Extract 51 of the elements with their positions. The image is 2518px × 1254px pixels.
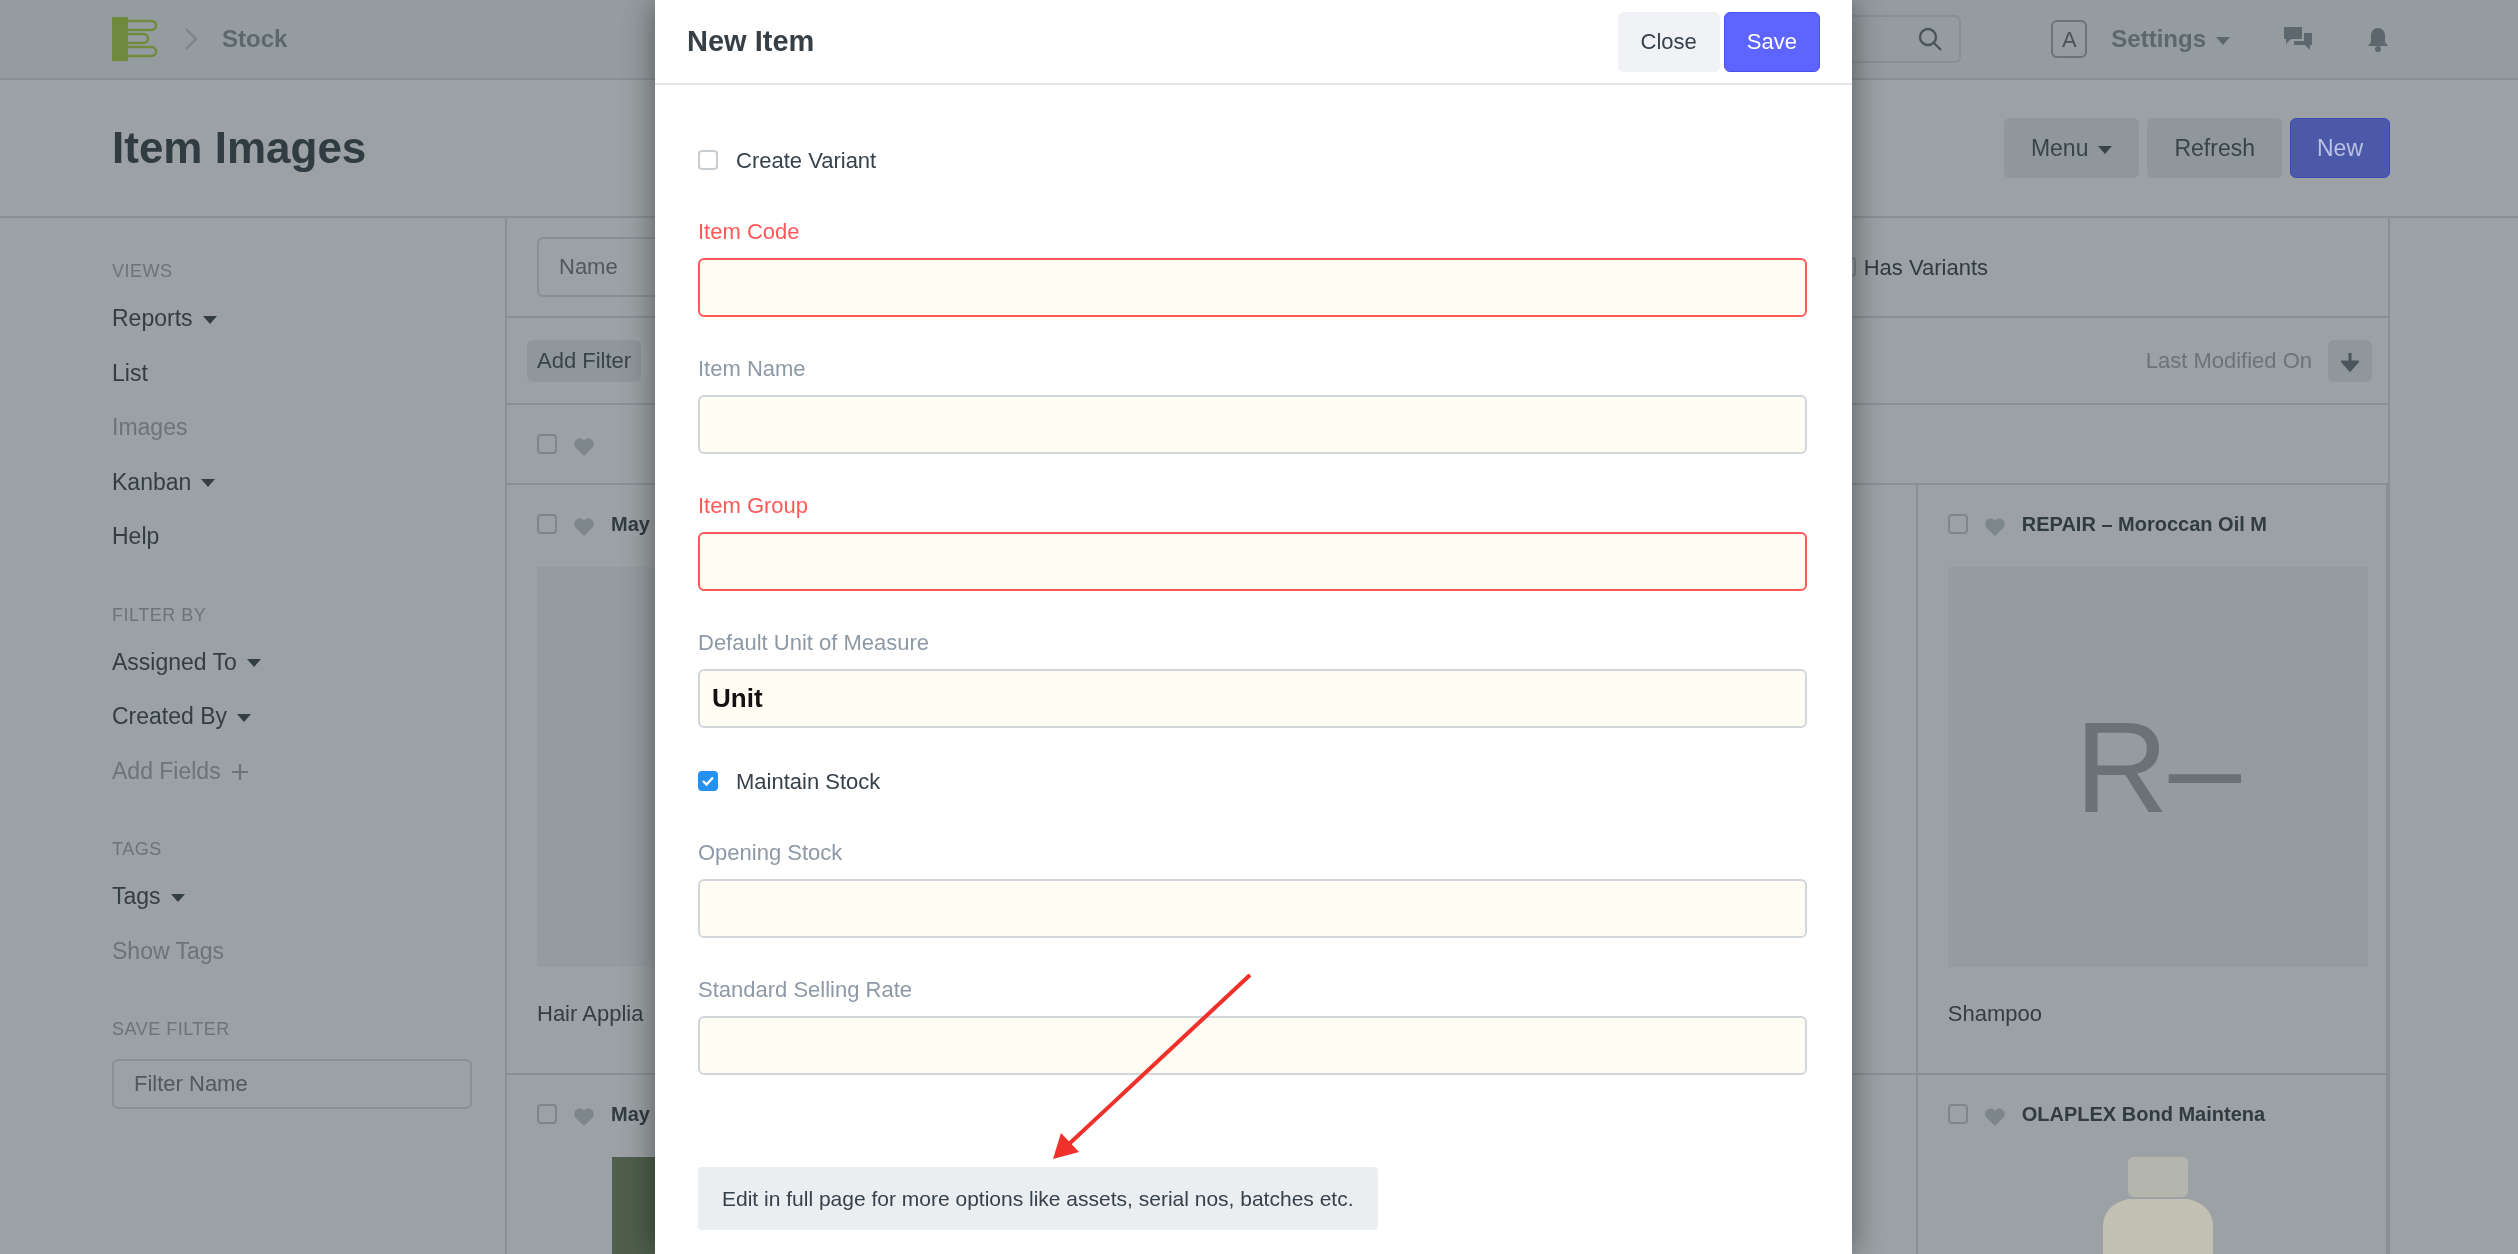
close-button[interactable]: Close — [1617, 11, 1720, 72]
action-button[interactable]: New — [2290, 118, 2390, 178]
page-title: Item Images — [112, 121, 367, 174]
card-title[interactable]: May — [611, 509, 650, 539]
sidebar-item[interactable]: Assigned To — [112, 644, 261, 679]
sidebar-item[interactable]: Created By — [112, 699, 252, 734]
field-label: Item Group — [698, 492, 810, 519]
card-title[interactable]: May — [611, 1099, 650, 1129]
checkbox-label: Maintain Stock — [736, 767, 881, 796]
bell-icon[interactable] — [2366, 26, 2390, 52]
input-field[interactable] — [698, 258, 1807, 317]
avatar[interactable]: A — [2051, 20, 2088, 58]
field-label: Item Name — [698, 355, 807, 382]
plus-icon — [230, 762, 249, 781]
checkbox[interactable] — [1947, 514, 1968, 534]
card-title[interactable]: REPAIR – Moroccan Oil M — [2021, 509, 2267, 539]
chevron-icon — [184, 27, 198, 51]
card-caption: Shampoo — [1947, 1000, 2043, 1028]
search-icon — [1917, 26, 1944, 52]
arrow-down-icon — [2341, 352, 2359, 373]
field-label: Opening Stock — [698, 839, 844, 866]
checkbox[interactable] — [698, 150, 718, 170]
checkbox[interactable] — [1947, 1104, 1968, 1124]
sidebar-item[interactable]: List — [112, 355, 148, 390]
input-field[interactable] — [698, 532, 1807, 591]
modal-title: New Item — [687, 24, 815, 59]
card-caption: Hair Applia — [537, 1000, 645, 1028]
checkbox[interactable] — [698, 771, 718, 791]
checkmark-icon — [701, 774, 715, 788]
action-button[interactable]: Refresh — [2147, 118, 2282, 178]
sidebar-item[interactable]: Tags — [112, 879, 185, 914]
checkbox-label: Create Variant — [736, 146, 877, 175]
input-field[interactable]: Unit — [698, 669, 1807, 728]
sort-order-button[interactable] — [2328, 339, 2372, 382]
logo-icon[interactable] — [112, 15, 160, 63]
edit-full-page-button[interactable]: Edit in full page for more options like assets, serial nos, batches etc. — [698, 1167, 1378, 1230]
field-label: Item Code — [698, 218, 801, 245]
sidebar-item[interactable]: Kanban — [112, 464, 216, 499]
checkbox-label: Has Variants — [1863, 253, 1988, 282]
checkbox[interactable] — [537, 1104, 557, 1124]
save-button[interactable]: Save — [1723, 11, 1820, 72]
menu-button[interactable]: Menu — [2003, 118, 2140, 178]
field-label: Default Unit of Measure — [698, 629, 931, 656]
checkbox[interactable] — [537, 514, 557, 534]
card-title[interactable]: OLAPLEX Bond Maintena — [2021, 1099, 2266, 1129]
sidebar-item[interactable]: Help — [112, 519, 160, 554]
add-filter-button[interactable]: Add Filter — [527, 339, 642, 382]
checkbox[interactable] — [537, 434, 557, 454]
filter-name-field[interactable]: Filter Name — [112, 1059, 472, 1109]
sidebar-item[interactable]: Reports — [112, 301, 217, 336]
field-label: Standard Selling Rate — [698, 976, 914, 1003]
